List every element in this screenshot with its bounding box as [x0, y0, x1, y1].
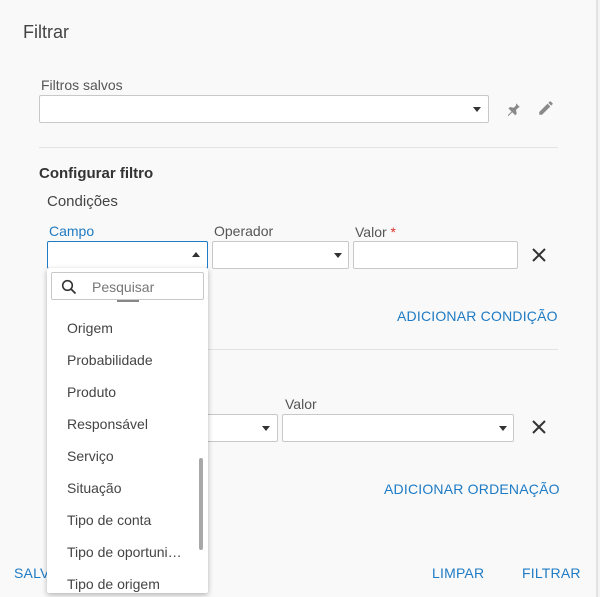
- dialog-title: Filtrar: [23, 22, 69, 42]
- dropdown-search-input[interactable]: Pesquisar: [51, 272, 204, 300]
- campo-select[interactable]: [47, 241, 208, 269]
- search-placeholder: Pesquisar: [92, 279, 155, 295]
- filter-dialog: Filtrar Filtros salvos Configurar filtro…: [0, 0, 598, 597]
- divider: [39, 147, 558, 148]
- pin-icon[interactable]: [504, 101, 522, 119]
- list-item[interactable]: Probabilidade: [67, 352, 187, 368]
- list-item[interactable]: Responsável: [67, 416, 187, 432]
- chevron-down-icon: [262, 426, 270, 431]
- valor-label: Valor *: [355, 224, 396, 240]
- valor-input[interactable]: [353, 241, 518, 269]
- required-mark: *: [390, 224, 396, 240]
- sort-field-select[interactable]: [200, 414, 278, 442]
- add-condition-button[interactable]: ADICIONAR CONDIÇÃO: [397, 308, 558, 324]
- filter-button[interactable]: FILTRAR: [522, 565, 581, 581]
- saved-filters-label: Filtros salvos: [41, 77, 123, 93]
- search-icon: [61, 279, 77, 295]
- chevron-down-icon: [499, 426, 507, 431]
- chevron-up-icon: [192, 252, 200, 257]
- save-button[interactable]: SALV: [14, 565, 50, 581]
- clear-button[interactable]: LIMPAR: [432, 565, 484, 581]
- campo-dropdown: Pesquisar Origem Probabilidade Produto R…: [47, 268, 208, 593]
- pencil-icon[interactable]: [537, 99, 555, 117]
- list-item[interactable]: Serviço: [67, 448, 187, 464]
- chevron-down-icon: [473, 107, 481, 112]
- close-icon[interactable]: [531, 247, 547, 263]
- dropdown-scrollbar[interactable]: [199, 458, 203, 550]
- list-item[interactable]: Tipo de origem: [67, 576, 187, 592]
- configure-title: Configurar filtro: [39, 165, 154, 182]
- list-item[interactable]: Situação: [67, 480, 187, 496]
- campo-label: Campo: [49, 223, 95, 239]
- close-icon[interactable]: [531, 419, 547, 435]
- sort-valor-label: Valor: [285, 396, 317, 412]
- operador-select[interactable]: [212, 241, 349, 269]
- list-item[interactable]: Tipo de conta: [67, 512, 187, 528]
- conditions-title: Condições: [47, 193, 118, 210]
- list-item[interactable]: Tipo de oportuni…: [67, 544, 187, 560]
- sort-valor-select[interactable]: [282, 414, 514, 442]
- list-item-partial: [117, 300, 147, 302]
- operador-label: Operador: [214, 223, 274, 239]
- list-item[interactable]: Produto: [67, 384, 187, 400]
- saved-filters-select[interactable]: [39, 95, 489, 123]
- add-sort-button[interactable]: ADICIONAR ORDENAÇÃO: [384, 481, 560, 497]
- divider: [208, 349, 558, 350]
- chevron-down-icon: [334, 253, 342, 258]
- list-item[interactable]: Origem: [67, 320, 187, 336]
